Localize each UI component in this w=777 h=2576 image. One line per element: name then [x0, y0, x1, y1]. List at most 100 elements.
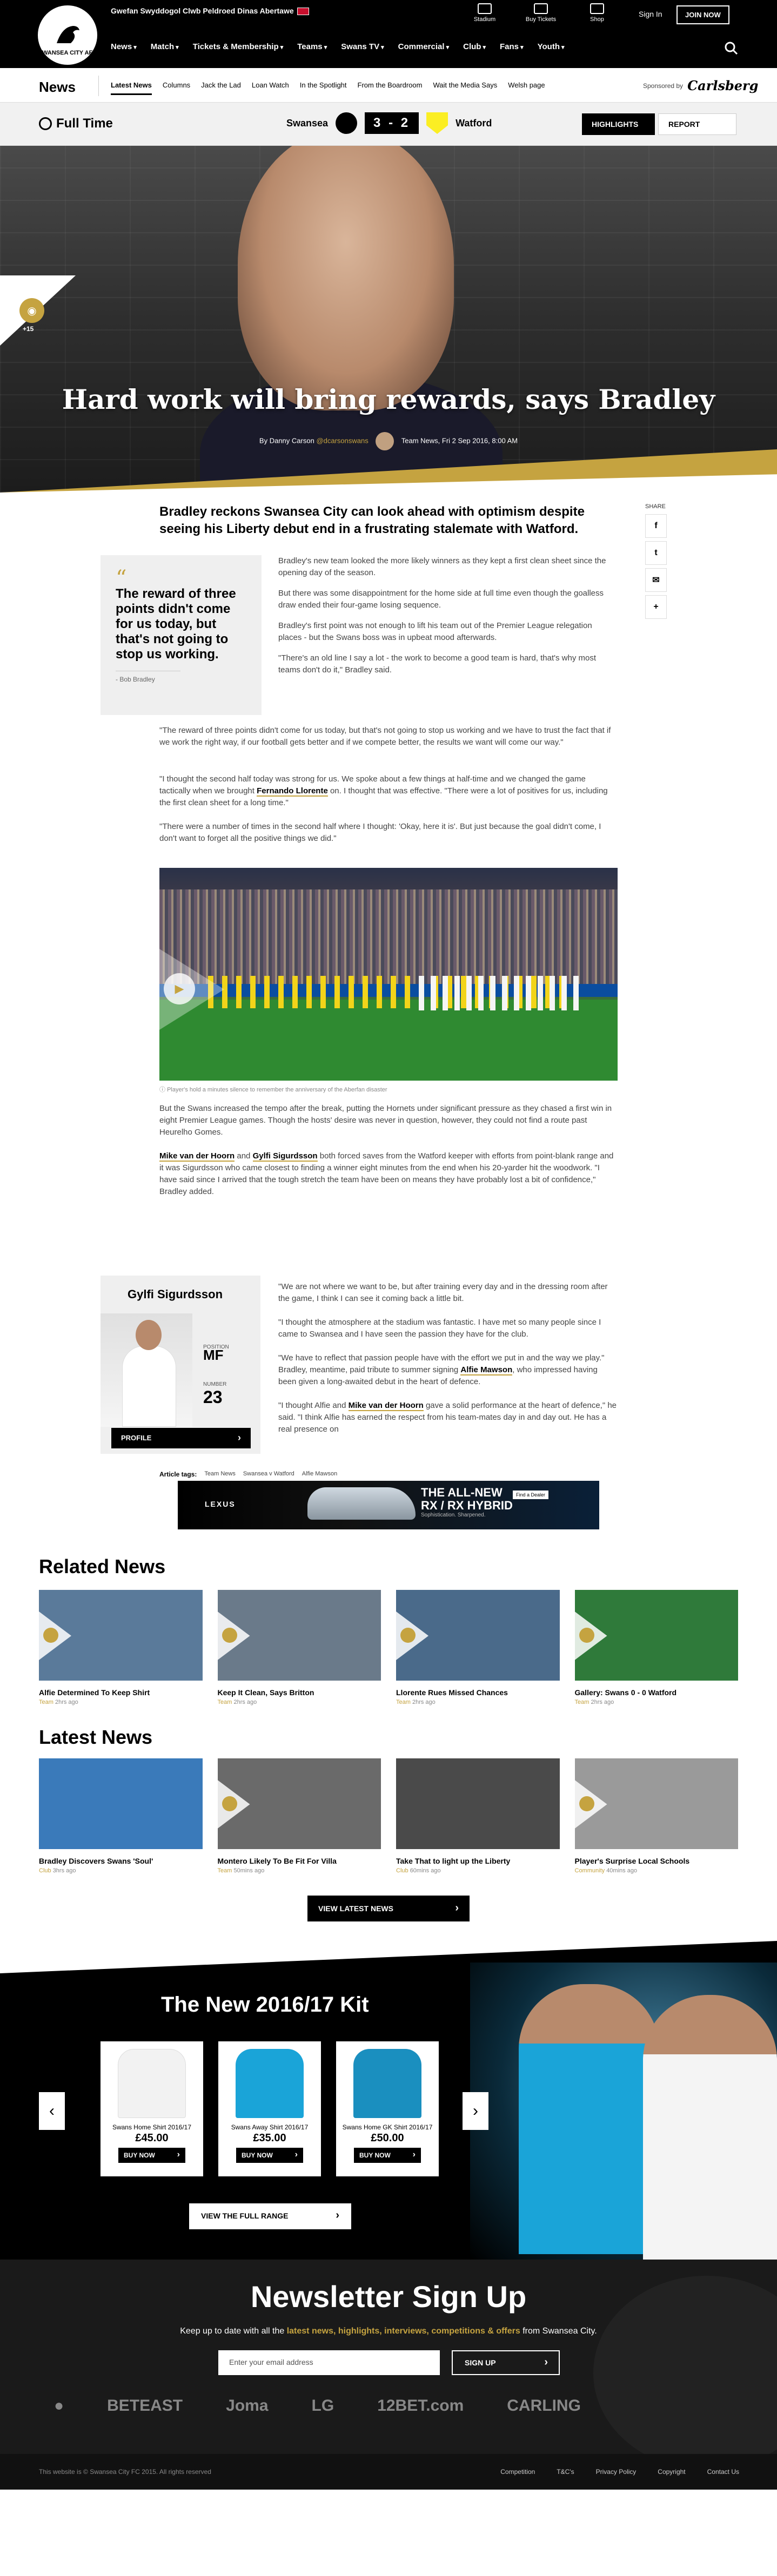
stadium-link[interactable]: Stadium — [467, 3, 502, 23]
player-photo — [101, 1313, 192, 1427]
news-card[interactable]: Player's Surprise Local Schools Community… — [574, 1758, 738, 1874]
carlsberg-logo[interactable]: Carlsberg — [687, 78, 758, 93]
view-full-range-button[interactable]: VIEW THE FULL RANGE — [189, 2203, 351, 2229]
subnav-jack-the-lad[interactable]: Jack the Lad — [201, 81, 241, 95]
tag-link[interactable]: Team News — [204, 1471, 235, 1478]
news-card[interactable]: Bradley Discovers Swans 'Soul' Club 3hrs … — [39, 1758, 203, 1874]
main-nav: News Match Tickets & Membership Teams Sw… — [111, 42, 565, 51]
twitter-icon[interactable]: t — [645, 541, 667, 565]
carling-logo[interactable]: CARLING — [507, 2397, 581, 2415]
lg-logo[interactable]: LG — [312, 2397, 334, 2415]
author-handle-link[interactable]: @dcarsonswans — [316, 436, 368, 444]
profile-button[interactable]: PROFILE — [111, 1428, 251, 1448]
score-bar: Full Time Swansea 3 - 2 Watford HIGHLIGH… — [0, 103, 777, 146]
nav-club[interactable]: Club — [463, 42, 486, 51]
nav-news[interactable]: News — [111, 42, 137, 51]
email-input[interactable]: Enter your email address — [218, 2350, 440, 2375]
wales-flag-icon — [297, 8, 309, 16]
subnav-welsh[interactable]: Welsh page — [508, 81, 545, 95]
highlights-button[interactable]: HIGHLIGHTS — [582, 113, 655, 135]
news-image — [396, 1590, 560, 1681]
swans-crest-logo[interactable]: ● — [54, 2397, 64, 2415]
news-card[interactable]: Montero Likely To Be Fit For Villa Team 5… — [217, 1758, 381, 1874]
subnav-spotlight[interactable]: In the Spotlight — [300, 81, 347, 95]
report-button[interactable]: REPORT — [658, 113, 736, 135]
paragraph: "I thought the atmosphere at the stadium… — [278, 1318, 601, 1339]
buy-now-button[interactable]: BUY NOW — [236, 2148, 303, 2163]
paragraph: Bradley's new team looked the more likel… — [278, 556, 606, 577]
news-card[interactable]: Llorente Rues Missed Chances Team 2hrs ag… — [396, 1590, 560, 1705]
author-avatar — [376, 432, 394, 450]
subnav-loan-watch[interactable]: Loan Watch — [252, 81, 289, 95]
footer-link-privacy[interactable]: Privacy Policy — [596, 2468, 637, 2476]
buy-now-button[interactable]: BUY NOW — [354, 2148, 421, 2163]
buy-tickets-link[interactable]: Buy Tickets — [524, 3, 558, 23]
match-score[interactable]: Swansea 3 - 2 Watford — [286, 112, 492, 134]
subnav-boardroom[interactable]: From the Boardroom — [358, 81, 423, 95]
nav-commercial[interactable]: Commercial — [398, 42, 449, 51]
player-link[interactable]: Mike van der Hoorn — [159, 1151, 235, 1162]
tag-link[interactable]: Alfie Mawson — [302, 1471, 337, 1478]
carousel-prev-icon[interactable]: ‹ — [39, 2092, 65, 2130]
club-crest-logo[interactable]: SWANSEA CITY AFC — [38, 5, 97, 65]
article-title: Hard work will bring rewards, says Bradl… — [62, 383, 715, 415]
product-card[interactable]: Swans Home Shirt 2016/17 £45.00 BUY NOW — [101, 2041, 203, 2176]
subnav-media[interactable]: Wait the Media Says — [433, 81, 497, 95]
subnav-latest-news[interactable]: Latest News — [111, 81, 152, 95]
gallery-count: +15 — [23, 325, 34, 333]
find-dealer-button[interactable]: Find a Dealer — [513, 1491, 549, 1499]
sponsor-block: Sponsored by Carlsberg — [643, 78, 759, 93]
paragraph: Bradley's first point was not enough to … — [278, 621, 592, 642]
carousel-next-icon[interactable]: › — [463, 2092, 488, 2130]
sign-in-link[interactable]: Sign In — [639, 10, 662, 18]
play-icon — [222, 1628, 237, 1643]
product-card[interactable]: Swans Away Shirt 2016/17 £35.00 BUY NOW — [218, 2041, 321, 2176]
player-link[interactable]: Alfie Mawson — [460, 1365, 513, 1375]
sign-up-button[interactable]: SIGN UP — [452, 2350, 560, 2375]
section-title: News — [39, 79, 76, 95]
play-icon — [222, 1796, 237, 1811]
facebook-icon[interactable]: f — [645, 514, 667, 538]
footer-link-competition[interactable]: Competition — [500, 2468, 535, 2476]
beteast-logo[interactable]: BETEAST — [107, 2397, 183, 2415]
match-photo[interactable]: ▶ — [159, 868, 618, 1081]
product-card[interactable]: Swans Home GK Shirt 2016/17 £50.00 BUY NOW — [336, 2041, 439, 2176]
lexus-advert[interactable]: LEXUS THE ALL-NEW RX / RX HYBRID Sophisti… — [178, 1481, 599, 1529]
player-link[interactable]: Fernando Llorente — [257, 786, 328, 797]
joma-logo[interactable]: Joma — [226, 2397, 268, 2415]
nav-tickets[interactable]: Tickets & Membership — [193, 42, 284, 51]
12bet-logo[interactable]: 12BET.com — [377, 2397, 464, 2415]
article-tags: Article tags: Team News Swansea v Watfor… — [159, 1471, 337, 1478]
camera-icon[interactable]: ◉ — [19, 298, 44, 323]
news-card[interactable]: Alfie Determined To Keep Shirt Team 2hrs … — [39, 1590, 203, 1705]
play-icon[interactable]: ▶ — [164, 973, 195, 1004]
view-latest-news-button[interactable]: VIEW LATEST NEWS — [307, 1896, 470, 1921]
footer-link-copyright[interactable]: Copyright — [658, 2468, 685, 2476]
news-card[interactable]: Take That to light up the Liberty Club 60… — [396, 1758, 560, 1874]
buy-now-button[interactable]: BUY NOW — [118, 2148, 185, 2163]
related-news-heading: Related News — [39, 1555, 166, 1577]
shop-link[interactable]: Shop — [580, 3, 614, 23]
paragraph: "I thought the second half today was str… — [159, 774, 608, 807]
player-link[interactable]: Gylfi Sigurdsson — [252, 1151, 318, 1162]
news-card[interactable]: Keep It Clean, Says Britton Team 2hrs ago — [217, 1590, 381, 1705]
email-icon[interactable]: ✉ — [645, 568, 667, 592]
player-link[interactable]: Mike van der Hoorn — [348, 1401, 424, 1411]
subnav-columns[interactable]: Columns — [163, 81, 190, 95]
tag-link[interactable]: Swansea v Watford — [243, 1471, 294, 1478]
nav-fans[interactable]: Fans — [500, 42, 524, 51]
paragraph: "The reward of three points didn't come … — [159, 726, 611, 747]
plus-icon[interactable]: + — [645, 595, 667, 619]
nav-youth[interactable]: Youth — [538, 42, 565, 51]
footer-link-contact[interactable]: Contact Us — [707, 2468, 739, 2476]
search-icon[interactable] — [724, 41, 738, 55]
nav-swans-tv[interactable]: Swans TV — [341, 42, 384, 51]
newsletter-section: Newsletter Sign Up Keep up to date with … — [0, 2260, 777, 2454]
nav-match[interactable]: Match — [151, 42, 179, 51]
join-now-button[interactable]: JOIN NOW — [676, 5, 729, 24]
nav-teams[interactable]: Teams — [297, 42, 327, 51]
footer-link-terms[interactable]: T&C's — [557, 2468, 574, 2476]
news-card[interactable]: Gallery: Swans 0 - 0 Watford Team 2hrs ag… — [574, 1590, 738, 1705]
match-status: Full Time — [39, 116, 113, 131]
paragraph: "We have to reflect that passion people … — [278, 1353, 605, 1386]
